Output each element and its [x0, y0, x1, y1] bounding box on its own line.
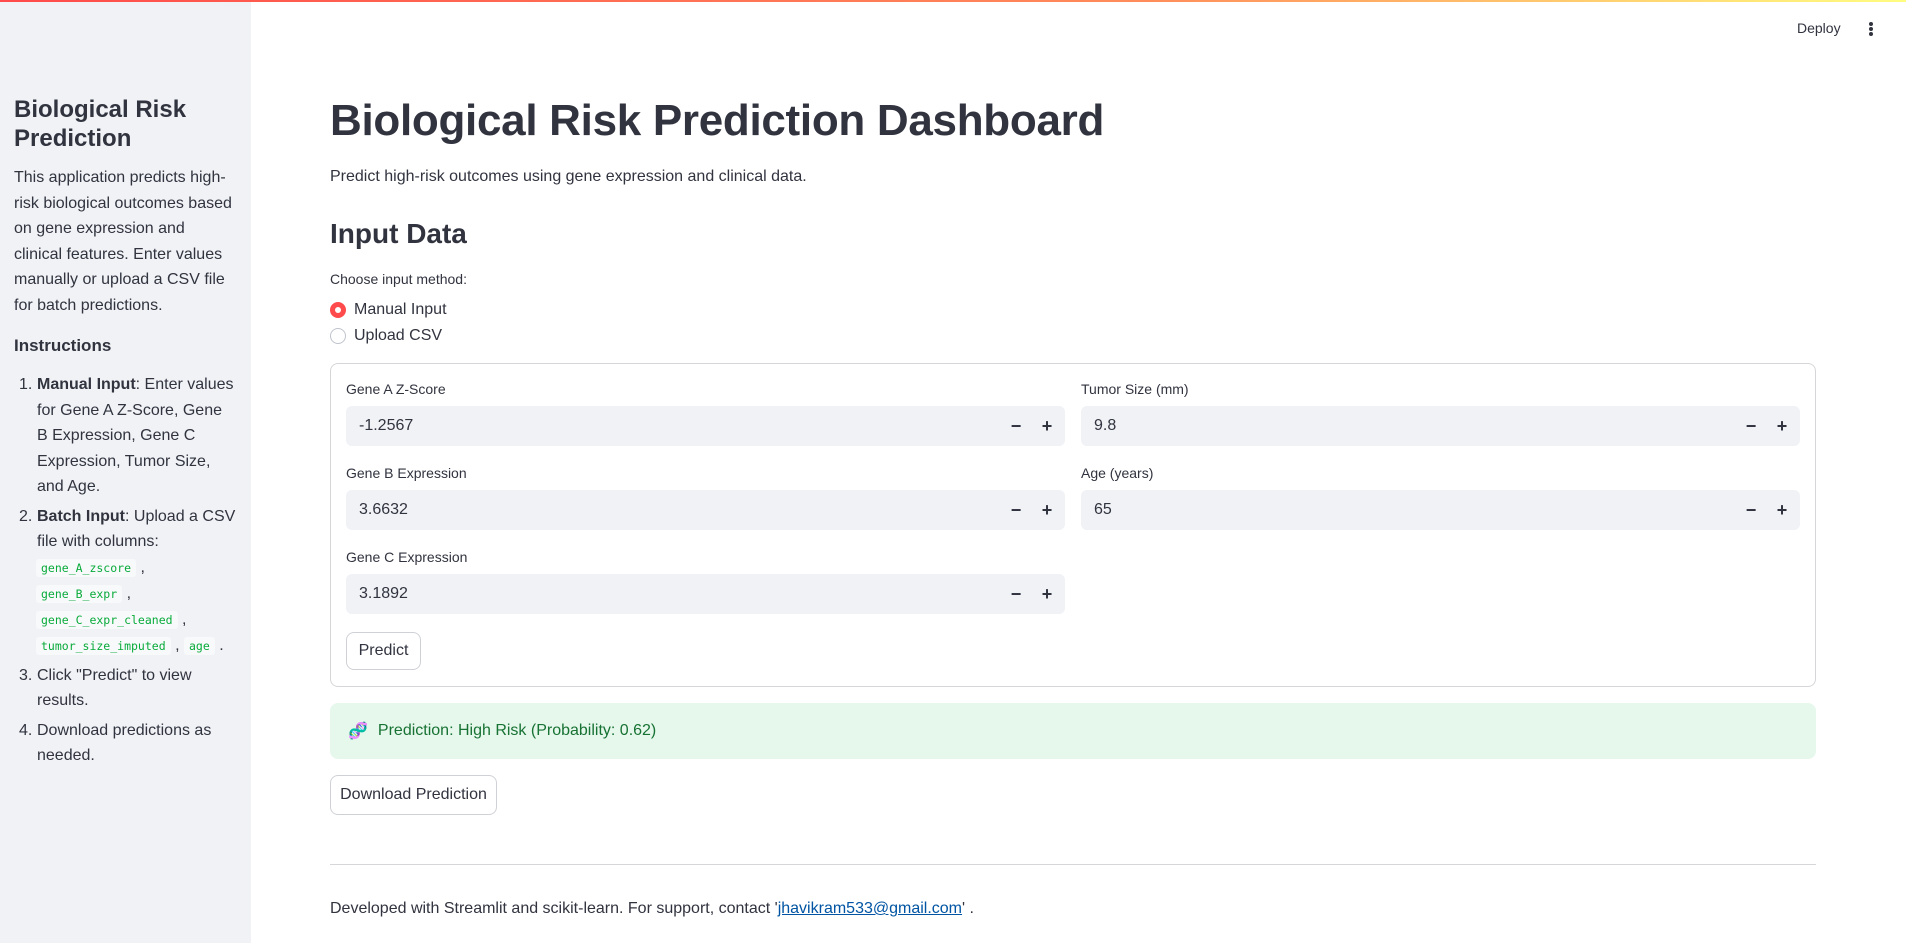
instruction-step: 4. Download predictions as needed.: [19, 721, 212, 765]
age-input[interactable]: 65 − +: [1081, 490, 1800, 530]
instructions-heading: Instructions: [14, 336, 112, 355]
page-title: Biological Risk Prediction Dashboard: [330, 96, 1105, 145]
prediction-result-text: Prediction: High Risk (Probability: 0.62…: [377, 722, 657, 739]
gene-b-expression-field: Gene B Expression 3.6632 − +: [346, 465, 1065, 530]
increment-button[interactable]: +: [1032, 574, 1062, 614]
column-name-code: tumor_size_imputed: [36, 636, 171, 655]
sidebar: Biological Risk Prediction This applicat…: [0, 0, 251, 943]
divider: [330, 864, 1816, 865]
radio-unselected-icon[interactable]: [330, 328, 346, 344]
gene-a-zscore-field: Gene A Z-Score -1.2567 − +: [346, 381, 1065, 446]
gene-b-expression-input[interactable]: 3.6632 − +: [346, 490, 1065, 530]
sidebar-description: This application predicts high-risk biol…: [14, 169, 232, 314]
column-name-code: gene_A_zscore: [36, 558, 137, 577]
decrement-button[interactable]: −: [1001, 490, 1031, 530]
column-name-code: gene_C_expr_cleaned: [36, 610, 178, 629]
radio-upload-csv[interactable]: Upload CSV: [330, 327, 442, 345]
column-name-code: age: [183, 636, 215, 655]
increment-button[interactable]: +: [1032, 490, 1062, 530]
top-decoration-stripe: [0, 0, 1906, 2]
column-name-code: gene_B_expr: [36, 584, 123, 603]
gene-c-expression-field: Gene C Expression 3.1892 − +: [346, 549, 1065, 614]
age-field: Age (years) 65 − +: [1081, 465, 1800, 530]
tumor-size-field: Tumor Size (mm) 9.8 − +: [1081, 381, 1800, 446]
decrement-button[interactable]: −: [1736, 490, 1766, 530]
gene-c-expression-input[interactable]: 3.1892 − +: [346, 574, 1065, 614]
radio-selected-icon[interactable]: [330, 302, 346, 318]
predict-button[interactable]: Predict: [346, 632, 421, 670]
field-label: Gene C Expression: [346, 549, 468, 565]
decrement-button[interactable]: −: [1001, 574, 1031, 614]
instruction-step: 3. Click "Predict" to view results.: [19, 666, 192, 710]
increment-button[interactable]: +: [1767, 406, 1797, 446]
field-label: Age (years): [1081, 465, 1154, 481]
gene-a-zscore-input[interactable]: -1.2567 − +: [346, 406, 1065, 446]
increment-button[interactable]: +: [1032, 406, 1062, 446]
instructions-list: 1. Manual Input: Enter values for Gene A…: [14, 372, 237, 769]
radio-manual-input[interactable]: Manual Input: [330, 301, 447, 319]
field-label: Tumor Size (mm): [1081, 381, 1189, 397]
input-form: Gene A Z-Score -1.2567 − + Tumor Size (m…: [330, 363, 1816, 687]
prediction-result-alert: 🧬 Prediction: High Risk (Probability: 0.…: [330, 703, 1816, 759]
field-label: Gene B Expression: [346, 465, 467, 481]
field-label: Gene A Z-Score: [346, 381, 446, 397]
instruction-step: 2. Batch Input: Upload a CSV file with c…: [19, 507, 236, 655]
download-prediction-button[interactable]: Download Prediction: [330, 775, 497, 815]
tumor-size-input[interactable]: 9.8 − +: [1081, 406, 1800, 446]
dna-icon: 🧬: [348, 723, 368, 740]
input-method-label: Choose input method:: [330, 271, 467, 287]
input-data-heading: Input Data: [330, 218, 467, 249]
decrement-button[interactable]: −: [1001, 406, 1031, 446]
footer: Developed with Streamlit and scikit-lear…: [330, 900, 974, 917]
kebab-menu-icon[interactable]: [1869, 22, 1875, 36]
decrement-button[interactable]: −: [1736, 406, 1766, 446]
page-subtitle: Predict high-risk outcomes using gene ex…: [330, 168, 807, 185]
support-email-link[interactable]: jhavikram533@gmail.com: [778, 900, 962, 917]
increment-button[interactable]: +: [1767, 490, 1797, 530]
instruction-step: 1. Manual Input: Enter values for Gene A…: [19, 376, 234, 495]
sidebar-title: Biological Risk Prediction: [14, 96, 187, 152]
deploy-button[interactable]: Deploy: [1797, 20, 1841, 36]
